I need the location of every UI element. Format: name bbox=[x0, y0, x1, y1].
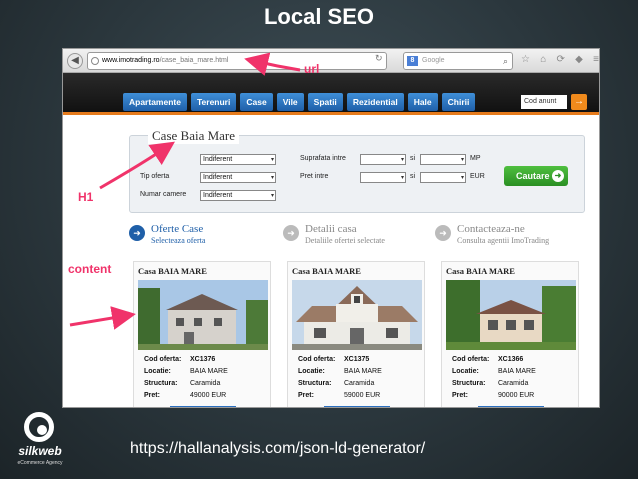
annotation-url: url bbox=[304, 62, 320, 76]
url-arrow bbox=[244, 52, 301, 76]
annotation-content: content bbox=[68, 262, 112, 276]
annotation-h1: H1 bbox=[78, 190, 94, 204]
content-arrow bbox=[69, 306, 136, 330]
logo-tagline: eCommerce Agency bbox=[17, 460, 63, 466]
logo-icon bbox=[24, 412, 54, 442]
h1-arrow bbox=[99, 141, 175, 190]
silkweb-logo: silkweb eCommerce Agency bbox=[10, 412, 70, 474]
footer-url[interactable]: https://hallanalysis.com/json-ld-generat… bbox=[130, 440, 425, 458]
logo-name: silkweb bbox=[18, 444, 62, 458]
